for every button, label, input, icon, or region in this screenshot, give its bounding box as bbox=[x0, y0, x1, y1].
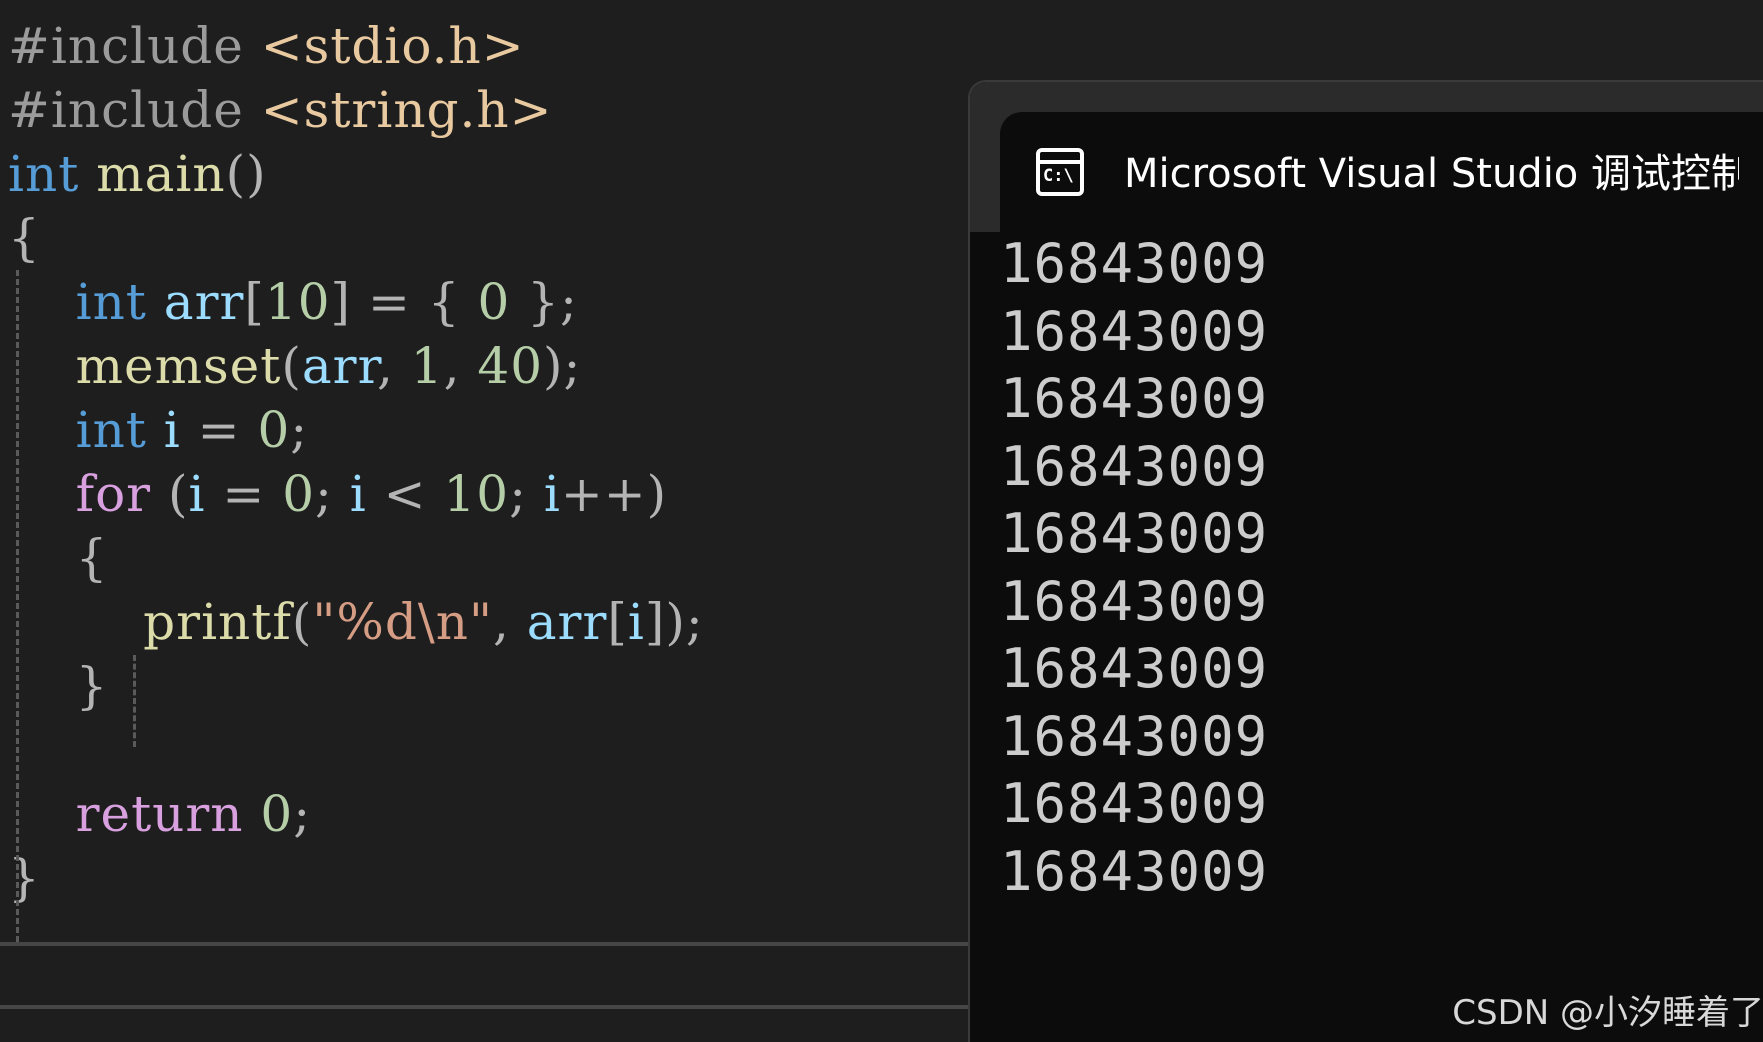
code-token: ] = { bbox=[330, 273, 478, 331]
code-token: printf bbox=[143, 593, 292, 651]
code-line[interactable]: int i = 0; bbox=[8, 394, 308, 466]
code-line[interactable]: #include <stdio.h> bbox=[8, 10, 525, 82]
code-token: ( bbox=[291, 593, 313, 651]
code-line[interactable]: #include <string.h> bbox=[8, 74, 553, 146]
code-token: } bbox=[8, 849, 41, 907]
code-token: <string.h> bbox=[260, 81, 553, 139]
console-output-line: 16843009 bbox=[1000, 434, 1269, 498]
code-token: i bbox=[543, 465, 561, 523]
code-line[interactable]: { bbox=[8, 522, 108, 594]
code-token: 40 bbox=[477, 337, 544, 395]
code-token: = bbox=[180, 401, 258, 459]
code-line[interactable]: memset(arr, 1, 40); bbox=[8, 330, 581, 402]
code-token: i bbox=[188, 465, 206, 523]
console-output-line: 16843009 bbox=[1000, 569, 1269, 633]
code-token: int bbox=[75, 273, 147, 331]
code-token: "%d\n" bbox=[312, 593, 493, 651]
code-token: = bbox=[205, 465, 283, 523]
indent-guide bbox=[133, 655, 136, 747]
code-token: ++) bbox=[560, 465, 668, 523]
console-output-line: 16843009 bbox=[1000, 367, 1269, 430]
console-tab[interactable]: C:\ Microsoft Visual Studio 调试控制台 bbox=[1000, 112, 1763, 232]
code-token: ; bbox=[290, 401, 309, 459]
code-token: 0 bbox=[257, 401, 291, 459]
code-token: [ bbox=[607, 593, 628, 651]
code-line[interactable]: } bbox=[8, 650, 108, 722]
code-line[interactable]: return 0; bbox=[8, 778, 311, 850]
console-output-line: 16843009 bbox=[1000, 502, 1269, 565]
code-token: main bbox=[96, 145, 226, 203]
code-token: ]); bbox=[644, 593, 704, 651]
console-output-line: 16843009 bbox=[1000, 839, 1269, 903]
code-line[interactable]: for (i = 0; i < 10; i++) bbox=[8, 458, 667, 530]
code-token: ; bbox=[509, 465, 544, 523]
code-token: ; bbox=[315, 465, 350, 523]
code-token: { bbox=[8, 529, 109, 587]
debug-console-window[interactable]: C:\ Microsoft Visual Studio 调试控制台 168430… bbox=[968, 80, 1763, 1042]
code-token: arr bbox=[163, 273, 245, 331]
cmd-icon: C:\ bbox=[1036, 148, 1084, 196]
indent-guide bbox=[16, 270, 19, 942]
code-token: #include bbox=[8, 17, 261, 75]
code-token: () bbox=[225, 145, 267, 203]
code-token: , bbox=[443, 337, 478, 395]
code-token: }; bbox=[510, 273, 578, 331]
code-token: { bbox=[8, 209, 41, 267]
console-output-line: 16843009 bbox=[1000, 704, 1269, 768]
code-token: 0 bbox=[282, 465, 315, 523]
console-title: Microsoft Visual Studio 调试控制台 bbox=[1124, 151, 1739, 197]
code-token: 1 bbox=[410, 337, 444, 395]
code-token: for bbox=[75, 465, 152, 523]
code-token: <stdio.h> bbox=[260, 17, 525, 75]
code-token: return bbox=[75, 785, 244, 843]
current-line-highlight bbox=[0, 942, 975, 1009]
code-line[interactable]: printf("%d\n", arr[i]); bbox=[8, 586, 704, 658]
code-token: ( bbox=[151, 465, 189, 523]
code-token: [ bbox=[244, 273, 265, 331]
code-token: < bbox=[366, 465, 444, 523]
code-token: i bbox=[627, 593, 645, 651]
code-token: 10 bbox=[443, 465, 510, 523]
watermark: CSDN @小汐睡着了 bbox=[1452, 993, 1763, 1033]
code-token: i bbox=[163, 401, 181, 459]
code-token: 0 bbox=[260, 785, 294, 843]
code-token: arr bbox=[526, 593, 608, 651]
code-token: ; bbox=[293, 785, 312, 843]
code-token: i bbox=[349, 465, 367, 523]
code-token: #include bbox=[8, 81, 261, 139]
code-token: ); bbox=[543, 337, 582, 395]
code-token: } bbox=[8, 657, 109, 715]
code-line[interactable]: int main() bbox=[8, 138, 267, 210]
code-token: int bbox=[75, 401, 147, 459]
code-token: ( bbox=[281, 337, 302, 395]
code-line[interactable]: int arr[10] = { 0 }; bbox=[8, 266, 578, 338]
console-output-line: 16843009 bbox=[1000, 772, 1269, 835]
code-line[interactable]: } bbox=[8, 842, 41, 914]
code-token: , bbox=[492, 593, 527, 651]
code-token: memset bbox=[75, 337, 282, 395]
code-token: 10 bbox=[264, 273, 331, 331]
code-token: , bbox=[376, 337, 411, 395]
code-line[interactable]: { bbox=[8, 202, 41, 274]
console-output-line: 16843009 bbox=[1000, 299, 1269, 363]
console-output-line: 16843009 bbox=[1000, 232, 1269, 295]
console-output-line: 16843009 bbox=[1000, 637, 1269, 700]
code-token: 0 bbox=[477, 273, 511, 331]
code-token: int bbox=[8, 145, 80, 203]
code-token: arr bbox=[301, 337, 377, 395]
